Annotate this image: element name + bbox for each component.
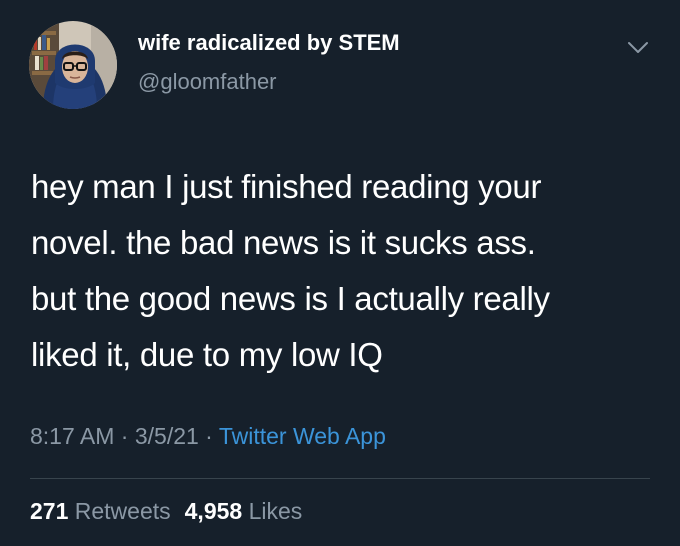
likes-label: Likes — [248, 498, 303, 524]
meta-separator: · — [198, 423, 219, 449]
chevron-down-icon[interactable] — [626, 40, 650, 56]
retweets-count: 271 — [30, 498, 69, 524]
display-name[interactable]: wife radicalized by STEM — [138, 30, 400, 56]
tweet-time[interactable]: 8:17 AM — [30, 423, 114, 449]
likes-count: 4,958 — [184, 498, 243, 524]
avatar-photo-icon — [29, 21, 117, 109]
retweets-stat[interactable]: 271 Retweets — [30, 498, 171, 524]
meta-separator: · — [114, 423, 135, 449]
retweets-label: Retweets — [74, 498, 171, 524]
author-avatar[interactable] — [29, 21, 117, 109]
tweet-card: wife radicalized by STEM @gloomfather he… — [0, 0, 680, 546]
divider — [30, 478, 650, 479]
engagement-stats: 271 Retweets 4,958 Likes — [30, 498, 302, 525]
tweet-text: hey man I just finished reading your nov… — [31, 168, 550, 373]
tweet-source-link[interactable]: Twitter Web App — [219, 423, 386, 449]
tweet-metadata: 8:17 AM · 3/5/21 · Twitter Web App — [30, 423, 386, 450]
likes-stat[interactable]: 4,958 Likes — [185, 498, 303, 524]
username-handle[interactable]: @gloomfather — [138, 69, 277, 95]
tweet-date[interactable]: 3/5/21 — [135, 423, 199, 449]
